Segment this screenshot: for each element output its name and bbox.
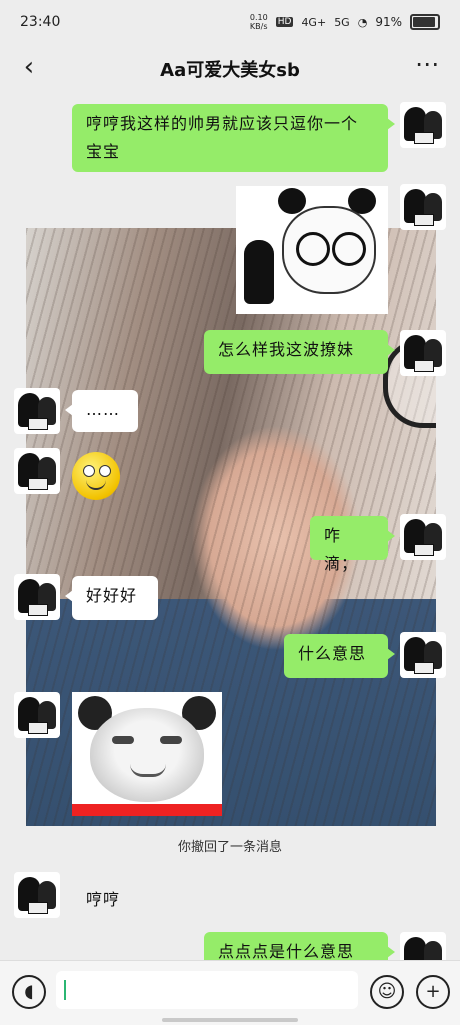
signal-4g-icon: 4G+: [301, 15, 327, 29]
battery-icon: [410, 14, 440, 30]
chat-header: ‹ Aa可爱大美女sb ⋯: [0, 44, 460, 94]
status-icons: 0.10 KB/s HD 4G+ 5G ◔ 91%: [250, 13, 440, 31]
panda-face-sticker[interactable]: [72, 692, 222, 816]
avatar-contact[interactable]: [14, 692, 60, 738]
message-text: 什么意思: [298, 644, 367, 663]
avatar-contact[interactable]: [14, 872, 60, 918]
avatar-contact[interactable]: [14, 388, 60, 434]
more-button[interactable]: ⋯: [415, 50, 440, 78]
message-sent[interactable]: 怎么样我这波撩妹: [204, 330, 395, 374]
status-time: 23:40: [20, 14, 61, 30]
chat-title: Aa可爱大美女sb: [160, 60, 300, 81]
avatar-contact[interactable]: [14, 574, 60, 620]
emoji-sticker[interactable]: [72, 452, 120, 500]
avatar-self[interactable]: [400, 102, 446, 148]
plus-icon[interactable]: +: [416, 975, 450, 1009]
message-received[interactable]: 好好好: [65, 576, 158, 620]
recall-notice: 你撤回了一条消息: [177, 840, 282, 855]
avatar-self[interactable]: [400, 932, 446, 960]
wifi-icon: ◔: [357, 15, 368, 29]
message-sent[interactable]: 哼哼我这样的帅男就应该只逗你一个宝宝: [72, 104, 395, 172]
message-input[interactable]: [56, 971, 358, 1009]
battery-text: 91%: [375, 15, 402, 29]
status-bar: 23:40 0.10 KB/s HD 4G+ 5G ◔ 91%: [0, 0, 460, 44]
message-received-text[interactable]: 哼哼: [86, 886, 120, 910]
signal-5g-icon: 5G: [334, 15, 350, 29]
hd-icon: HD: [275, 17, 294, 27]
back-button[interactable]: ‹: [14, 52, 44, 82]
avatar-self[interactable]: [400, 632, 446, 678]
voice-icon[interactable]: ◖: [12, 975, 46, 1009]
avatar-contact[interactable]: [14, 448, 60, 494]
message-sent[interactable]: 咋滴；: [310, 516, 395, 573]
message-text: 哼哼我这样的帅男就应该只逗你一个宝宝: [86, 114, 359, 161]
avatar-self[interactable]: [400, 184, 446, 230]
panda-glasses-sticker[interactable]: [236, 186, 388, 314]
message-sent[interactable]: 点点点是什么意思: [204, 932, 395, 960]
message-text: 怎么样我这波撩妹: [218, 340, 355, 359]
input-bar: ◖ ☺ +: [0, 960, 460, 1025]
emoji-icon[interactable]: ☺: [370, 975, 404, 1009]
avatar-self[interactable]: [400, 330, 446, 376]
avatar-self[interactable]: [400, 514, 446, 560]
message-sent[interactable]: 什么意思: [284, 634, 395, 678]
chat-area[interactable]: 哼哼我这样的帅男就应该只逗你一个宝宝 怎么样我这波撩妹 …… 咋滴； 好好好 什…: [0, 94, 460, 960]
home-indicator: [162, 1018, 298, 1022]
message-text: ……: [86, 400, 120, 419]
message-received[interactable]: ……: [65, 390, 138, 432]
message-text: 点点点是什么意思: [218, 942, 355, 960]
message-text: 咋滴；: [324, 526, 359, 573]
net-speed: 0.10 KB/s: [249, 13, 268, 31]
message-text: 好好好: [86, 586, 138, 605]
